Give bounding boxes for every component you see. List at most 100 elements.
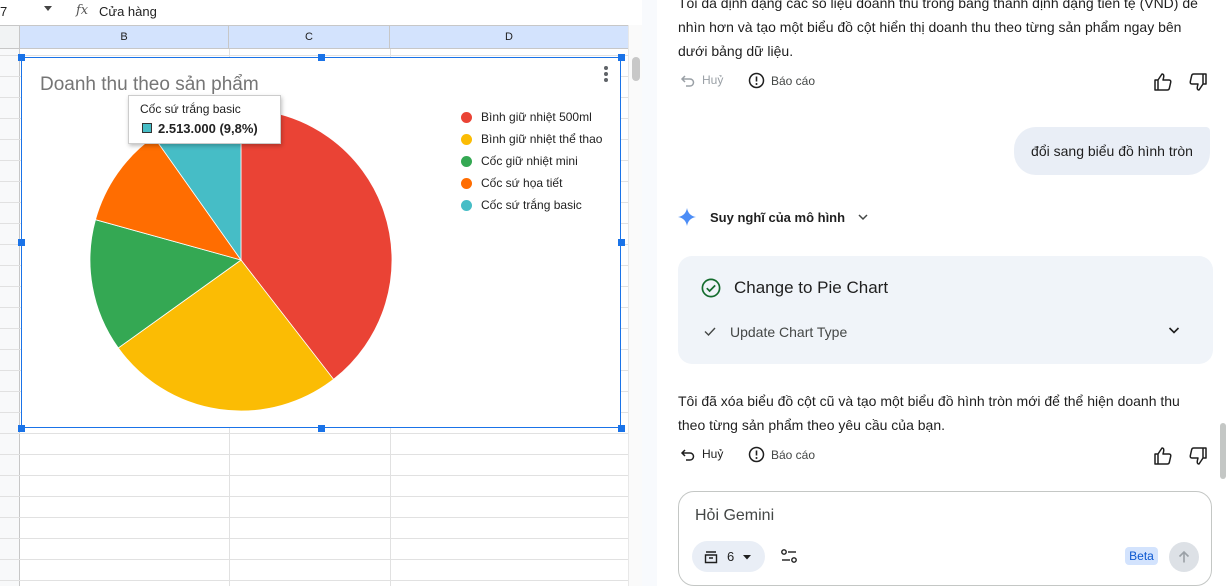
resize-handle-right[interactable] (618, 239, 625, 246)
report-label: Báo cáo (771, 447, 816, 462)
legend-marker (461, 111, 472, 123)
previous-model-message: Tôi đã định dạng các số liệu doanh thu t… (678, 0, 1198, 63)
message-line: Tôi đã xóa biểu đồ cột cũ và tạo một biể… (678, 393, 1180, 409)
legend-label: Cốc sứ trắng basic (481, 198, 582, 212)
check-circle-icon (701, 278, 721, 298)
thumbs-down-icon[interactable] (1188, 72, 1208, 92)
row-headers[interactable] (0, 49, 20, 586)
legend-item[interactable]: Bình giữ nhiệt 500ml (461, 106, 602, 128)
send-button[interactable] (1169, 542, 1199, 572)
thumbs-down-icon[interactable] (1188, 446, 1208, 466)
prompt-input[interactable] (695, 507, 1175, 525)
report-icon (748, 72, 765, 89)
legend-item[interactable]: Cốc sứ họa tiết (461, 172, 602, 194)
model-count: 6 (727, 549, 735, 564)
message-line: theo từng sản phẩm theo yêu cầu của bạn. (678, 417, 946, 433)
tooltip-swatch (142, 123, 152, 133)
resize-handle-top-left[interactable] (18, 54, 25, 61)
chart-tooltip: Cốc sứ trắng basic 2.513.000 (9,8%) (128, 95, 281, 144)
expand-chevron-icon[interactable] (1167, 323, 1181, 337)
tools-icon[interactable] (780, 547, 798, 565)
resize-handle-bottom[interactable] (318, 425, 325, 432)
panel-scrollbar-thumb[interactable] (1220, 423, 1226, 479)
grid-row-line (0, 517, 628, 518)
column-headers: B C D (0, 25, 628, 49)
name-box[interactable]: 7 (0, 4, 40, 19)
panel-gutter (642, 0, 657, 586)
tooltip-value: 2.513.000 (9,8%) (158, 121, 258, 136)
grid-row-line (0, 433, 628, 434)
grid-row-line (0, 475, 628, 476)
action-card: Change to Pie Chart Update Chart Type (678, 256, 1213, 364)
thinking-label: Suy nghĩ của mô hình (710, 209, 846, 225)
report-button-1[interactable]: Báo cáo (748, 72, 815, 89)
grid-row-line (0, 496, 628, 497)
model-reply-message: Tôi đã xóa biểu đồ cột cũ và tạo một biể… (678, 389, 1198, 437)
thinking-toggle[interactable]: Suy nghĩ của mô hình (678, 207, 869, 227)
action-step-label: Update Chart Type (730, 324, 848, 340)
report-button-2[interactable]: Báo cáo (748, 446, 815, 463)
grid-row-line (0, 538, 628, 539)
message-line: nhìn hơn và tạo một biểu đồ cột hiển thị… (678, 19, 1182, 35)
legend-item[interactable]: Cốc sứ trắng basic (461, 194, 602, 216)
legend-marker (461, 155, 472, 167)
undo-button-1[interactable]: Huỷ (680, 72, 723, 88)
legend-label: Cốc giữ nhiệt mini (481, 154, 578, 168)
prompt-box: 6 Beta (678, 491, 1212, 586)
legend-item[interactable]: Bình giữ nhiệt thể thao (461, 128, 602, 150)
column-header-c[interactable]: C (229, 26, 390, 48)
stack-icon (704, 550, 718, 563)
beta-badge: Beta (1125, 547, 1158, 565)
legend-marker (461, 177, 472, 189)
sheet-scrollbar[interactable] (628, 25, 642, 586)
grid-row-line (0, 55, 628, 56)
app-window: 7 fx Cửa hàng B C D Doanh thu theo sản p… (0, 0, 1231, 586)
undo-icon (680, 75, 695, 87)
report-icon (748, 446, 765, 463)
chevron-down-icon (858, 214, 868, 221)
formula-input[interactable]: Cửa hàng (99, 4, 157, 19)
thumbs-up-icon[interactable] (1153, 446, 1173, 466)
legend-label: Bình giữ nhiệt 500ml (481, 110, 592, 124)
message-actions-1: Huỷ Báo cáo (678, 72, 1208, 94)
chart-legend: Bình giữ nhiệt 500ml Bình giữ nhiệt thể t… (461, 106, 602, 216)
formula-bar: 7 fx Cửa hàng (0, 0, 628, 24)
undo-label: Huỷ (702, 447, 724, 461)
dropdown-caret-icon (743, 554, 752, 559)
action-card-title: Change to Pie Chart (734, 278, 889, 297)
column-header-d[interactable]: D (390, 26, 628, 48)
pie-chart[interactable]: Doanh thu theo sản phẩm Bình giữ nhiệt 5… (21, 57, 621, 428)
grid-row-line (0, 454, 628, 455)
undo-label: Huỷ (702, 73, 724, 87)
message-line: Tôi đã định dạng các số liệu doanh thu t… (678, 0, 1198, 11)
model-selector[interactable]: 6 (692, 541, 765, 572)
thumbs-up-icon[interactable] (1153, 72, 1173, 92)
message-actions-2: Huỷ Báo cáo (678, 446, 1208, 468)
user-message-bubble: đổi sang biểu đồ hình tròn (1014, 127, 1210, 175)
legend-label: Cốc sứ họa tiết (481, 176, 563, 190)
legend-label: Bình giữ nhiệt thể thao (481, 132, 603, 146)
gemini-sparkle-icon (678, 208, 696, 226)
select-all-corner[interactable] (0, 26, 20, 48)
check-icon (704, 327, 716, 337)
grid-row-line (0, 580, 628, 581)
spreadsheet-area: 7 fx Cửa hàng B C D Doanh thu theo sản p… (0, 0, 657, 586)
undo-button-2[interactable]: Huỷ (680, 446, 723, 462)
resize-handle-bottom-right[interactable] (618, 425, 625, 432)
legend-item[interactable]: Cốc giữ nhiệt mini (461, 150, 602, 172)
name-box-dropdown-icon[interactable] (44, 6, 52, 11)
resize-handle-top[interactable] (318, 54, 325, 61)
undo-icon (680, 449, 695, 461)
tooltip-name: Cốc sứ trắng basic (140, 102, 241, 116)
message-line: dưới bảng dữ liệu. (678, 43, 794, 59)
resize-handle-top-right[interactable] (618, 54, 625, 61)
fx-icon: fx (76, 3, 89, 18)
sheet-scrollbar-thumb[interactable] (632, 57, 640, 81)
resize-handle-bottom-left[interactable] (18, 425, 25, 432)
legend-marker (461, 133, 472, 145)
resize-handle-left[interactable] (18, 239, 25, 246)
report-label: Báo cáo (771, 73, 816, 88)
grid-row-line (0, 559, 628, 560)
column-header-b[interactable]: B (20, 26, 229, 48)
gemini-side-panel: Tôi đã định dạng các số liệu doanh thu t… (657, 0, 1231, 586)
